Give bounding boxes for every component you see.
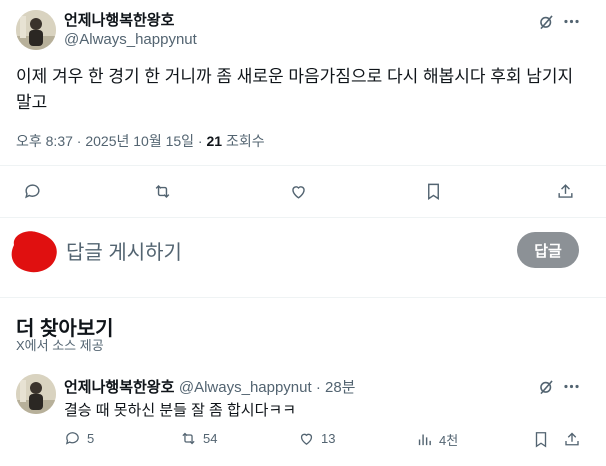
related-tweet-text: 결승 때 못하신 분들 잘 좀 합시다ㅋㅋ (64, 402, 297, 419)
tweet-text: 이제 겨우 한 경기 한 거니까 좀 새로운 마음가짐으로 다시 해봅시다 후회… (16, 67, 574, 112)
author-name[interactable]: 언제나행복한왕호 (64, 9, 174, 30)
view-label: 조회수 (222, 133, 265, 149)
retweet-count: 54 (203, 431, 218, 446)
related-views-action[interactable]: 4천 (416, 430, 458, 449)
share-icon[interactable] (563, 430, 581, 448)
like-count: 13 (321, 431, 336, 446)
view-count: 4천 (439, 433, 459, 448)
more-icon[interactable] (561, 11, 581, 31)
reply-icon (65, 432, 79, 445)
author-avatar[interactable] (16, 10, 56, 50)
related-tweet-age[interactable]: · 28분 (312, 379, 356, 396)
share-icon[interactable] (554, 180, 576, 202)
divider (0, 217, 606, 218)
related-reply-action[interactable]: 5 (64, 430, 94, 447)
reply-icon[interactable] (21, 180, 43, 202)
heart-icon[interactable] (287, 180, 309, 202)
divider (0, 297, 606, 298)
views-icon (418, 434, 431, 446)
heart-icon (300, 433, 313, 445)
retweet-icon (182, 432, 195, 445)
author-handle[interactable]: @Always_happynut (64, 31, 197, 48)
related-author-handle[interactable]: @Always_happynut (179, 379, 312, 396)
related-like-action[interactable]: 13 (298, 430, 335, 447)
reply-input[interactable]: 답글 게시하기 (66, 236, 486, 265)
bookmark-icon[interactable] (422, 180, 444, 202)
divider (0, 165, 606, 166)
grok-icon[interactable] (535, 11, 557, 31)
view-count: 21 (206, 133, 223, 149)
related-author-name[interactable]: 언제나행복한왕호 (64, 379, 174, 396)
reply-count: 5 (87, 431, 95, 446)
tweet-time[interactable]: 오후 8:37 · 2025년 10월 15일 · (16, 133, 207, 149)
bookmark-icon[interactable] (532, 430, 550, 448)
related-retweet-action[interactable]: 54 (180, 430, 217, 447)
tweet-meta: 오후 8:37 · 2025년 10월 15일 · 21 조회수 (16, 131, 265, 151)
more-icon[interactable] (561, 376, 581, 396)
related-tweet-header: 언제나행복한왕호 @Always_happynut · 28분 (64, 376, 356, 397)
section-subtitle: X에서 소스 제공 (16, 338, 104, 353)
user-avatar (6, 227, 62, 275)
retweet-icon[interactable] (151, 180, 173, 202)
related-author-avatar[interactable] (16, 374, 56, 414)
grok-icon[interactable] (535, 376, 557, 396)
reply-button[interactable]: 답글 (517, 232, 579, 268)
